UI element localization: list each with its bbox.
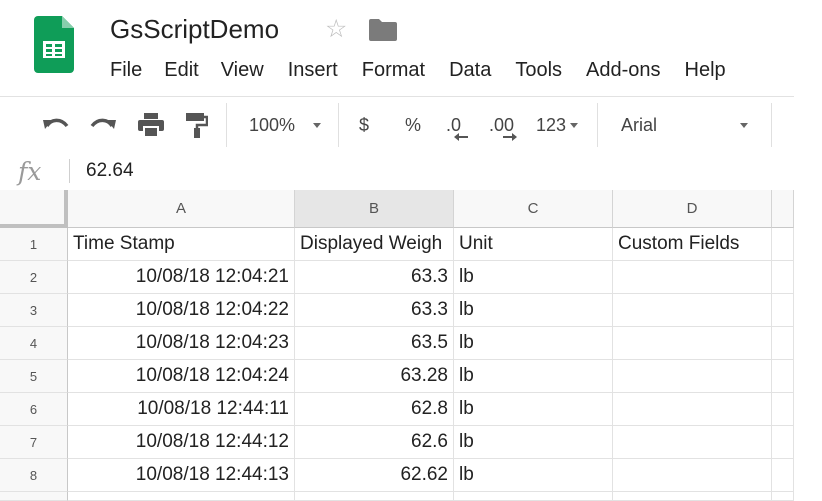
cell-d9[interactable] [613,492,772,501]
cell-c8[interactable]: lb [454,459,613,492]
percent-format-button[interactable]: % [405,97,421,153]
cell-c7[interactable]: lb [454,426,613,459]
zoom-select[interactable]: 100% [249,97,322,153]
menu-add-ons[interactable]: Add-ons [586,57,661,83]
cell-a8[interactable]: 10/08/18 12:44:13 [68,459,295,492]
cell-b5[interactable]: 63.28 [295,360,454,393]
menu-format[interactable]: Format [362,57,425,83]
menu-insert[interactable]: Insert [288,57,338,83]
menu-file[interactable]: File [110,57,142,83]
column-header-c[interactable]: C [454,190,613,228]
arrow-left-icon [454,132,468,141]
row-header[interactable]: 8 [0,459,68,492]
row-header[interactable]: 5 [0,360,68,393]
zoom-value: 100% [249,114,296,135]
fx-icon: fx [18,157,42,186]
currency-format-button[interactable]: $ [359,97,369,153]
cell-e7[interactable] [772,426,794,459]
column-header-d[interactable]: D [613,190,772,228]
cell-c2[interactable]: lb [454,261,613,294]
cell-d1[interactable]: Custom Fields [613,228,772,261]
cell-c6[interactable]: lb [454,393,613,426]
cell-e6[interactable] [772,393,794,426]
increase-decimal-button[interactable]: .00 [489,97,517,153]
cell-e2[interactable] [772,261,794,294]
cell-b8[interactable]: 62.62 [295,459,454,492]
cell-b7[interactable]: 62.6 [295,426,454,459]
row-header[interactable]: 1 [0,228,68,261]
formula-bar: fx 62.64 [0,153,794,191]
row-header[interactable] [0,492,68,501]
cell-c3[interactable]: lb [454,294,613,327]
row-header[interactable]: 4 [0,327,68,360]
menu-help[interactable]: Help [685,57,726,83]
cell-e4[interactable] [772,327,794,360]
column-header-a[interactable]: A [68,190,295,228]
print-icon[interactable] [138,97,164,153]
cell-d7[interactable] [613,426,772,459]
cell-a7[interactable]: 10/08/18 12:44:12 [68,426,295,459]
cell-a4[interactable]: 10/08/18 12:04:23 [68,327,295,360]
cell-d5[interactable] [613,360,772,393]
cell-a3[interactable]: 10/08/18 12:04:22 [68,294,295,327]
folder-icon[interactable] [369,19,397,41]
formula-input[interactable]: 62.64 [86,160,134,182]
cell-d3[interactable] [613,294,772,327]
decrease-decimal-button[interactable]: .0 [446,97,468,153]
cell-e3[interactable] [772,294,794,327]
cell-b9[interactable] [295,492,454,501]
toolbar: 100% $ % .0 .00 123 Arial [0,96,794,154]
cell-d6[interactable] [613,393,772,426]
cell-b6[interactable]: 62.8 [295,393,454,426]
cell-e5[interactable] [772,360,794,393]
cell-c9[interactable] [454,492,613,501]
cell-a6[interactable]: 10/08/18 12:44:11 [68,393,295,426]
font-select[interactable]: Arial [621,97,751,153]
cell-e1[interactable] [772,228,794,261]
paint-format-icon[interactable] [186,97,208,153]
row-header[interactable]: 2 [0,261,68,294]
row-header[interactable]: 6 [0,393,68,426]
cell-e9[interactable] [772,492,794,501]
sheets-logo-icon[interactable] [34,16,74,73]
menu-tools[interactable]: Tools [515,57,562,83]
cell-b2[interactable]: 63.3 [295,261,454,294]
column-header-b[interactable]: B [295,190,454,228]
cell-a5[interactable]: 10/08/18 12:04:24 [68,360,295,393]
cell-b3[interactable]: 63.3 [295,294,454,327]
redo-icon[interactable] [90,97,116,153]
menu-data[interactable]: Data [449,57,491,83]
cell-a2[interactable]: 10/08/18 12:04:21 [68,261,295,294]
cell-b4[interactable]: 63.5 [295,327,454,360]
cell-e8[interactable] [772,459,794,492]
cell-d2[interactable] [613,261,772,294]
cell-c4[interactable]: lb [454,327,613,360]
menu-bar: File Edit View Insert Format Data Tools … [110,57,726,83]
cell-a9[interactable] [68,492,295,501]
cell-b1[interactable]: Displayed Weigh [295,228,454,261]
chevron-down-icon [313,122,322,128]
row-header[interactable]: 7 [0,426,68,459]
cell-d8[interactable] [613,459,772,492]
chevron-down-icon [570,122,579,128]
star-icon[interactable]: ☆ [325,14,347,44]
cell-a1[interactable]: Time Stamp [68,228,295,261]
undo-icon[interactable] [43,97,69,153]
select-all-corner[interactable] [0,190,68,228]
document-title[interactable]: GsScriptDemo [110,14,279,45]
cell-d4[interactable] [613,327,772,360]
arrow-right-icon [503,132,517,141]
more-formats-button[interactable]: 123 [536,97,579,153]
menu-view[interactable]: View [221,57,264,83]
menu-edit[interactable]: Edit [164,57,198,83]
cell-c1[interactable]: Unit [454,228,613,261]
cell-c5[interactable]: lb [454,360,613,393]
column-header-e[interactable] [772,190,794,228]
chevron-down-icon [740,122,748,128]
row-header[interactable]: 3 [0,294,68,327]
